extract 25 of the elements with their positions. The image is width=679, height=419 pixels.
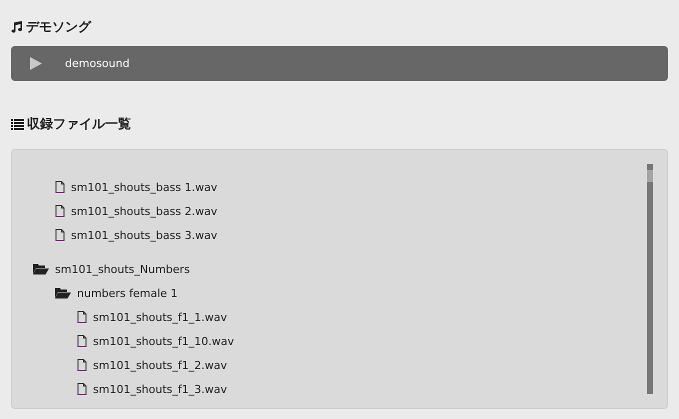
file-item[interactable]: sm101_shouts_bass 2.wav [55, 199, 667, 223]
folder-item[interactable]: numbers female 1 [55, 281, 667, 305]
file-item[interactable]: sm101_shouts_bass 1.wav [55, 175, 667, 199]
folder-item[interactable]: sm101_shouts_Numbers [33, 257, 667, 281]
play-icon[interactable] [30, 57, 42, 70]
folder-icon [55, 287, 71, 299]
music-note-icon [11, 21, 23, 33]
file-icon [55, 229, 65, 241]
section-title: デモソング [26, 19, 91, 36]
section-title: 収録ファイル一覧 [27, 116, 131, 133]
file-icon [55, 205, 65, 217]
file-icon [77, 359, 87, 371]
list-icon [11, 118, 24, 130]
file-item[interactable]: sm101_shouts_f1_1.wav [77, 305, 667, 329]
folder-icon [33, 263, 49, 275]
file-item[interactable]: sm101_shouts_f1_3.wav [77, 377, 667, 401]
file-item[interactable]: sm101_shouts_bass 3.wav [55, 223, 667, 247]
file-item[interactable]: sm101_shouts_f1_2.wav [77, 353, 667, 377]
file-icon [77, 311, 87, 323]
scrollbar[interactable] [647, 164, 653, 394]
track-name: demosound [65, 57, 130, 70]
file-icon [77, 335, 87, 347]
file-icon [77, 383, 87, 395]
file-item[interactable]: sm101_shouts_f1_10.wav [77, 329, 667, 353]
file-icon [55, 181, 65, 193]
